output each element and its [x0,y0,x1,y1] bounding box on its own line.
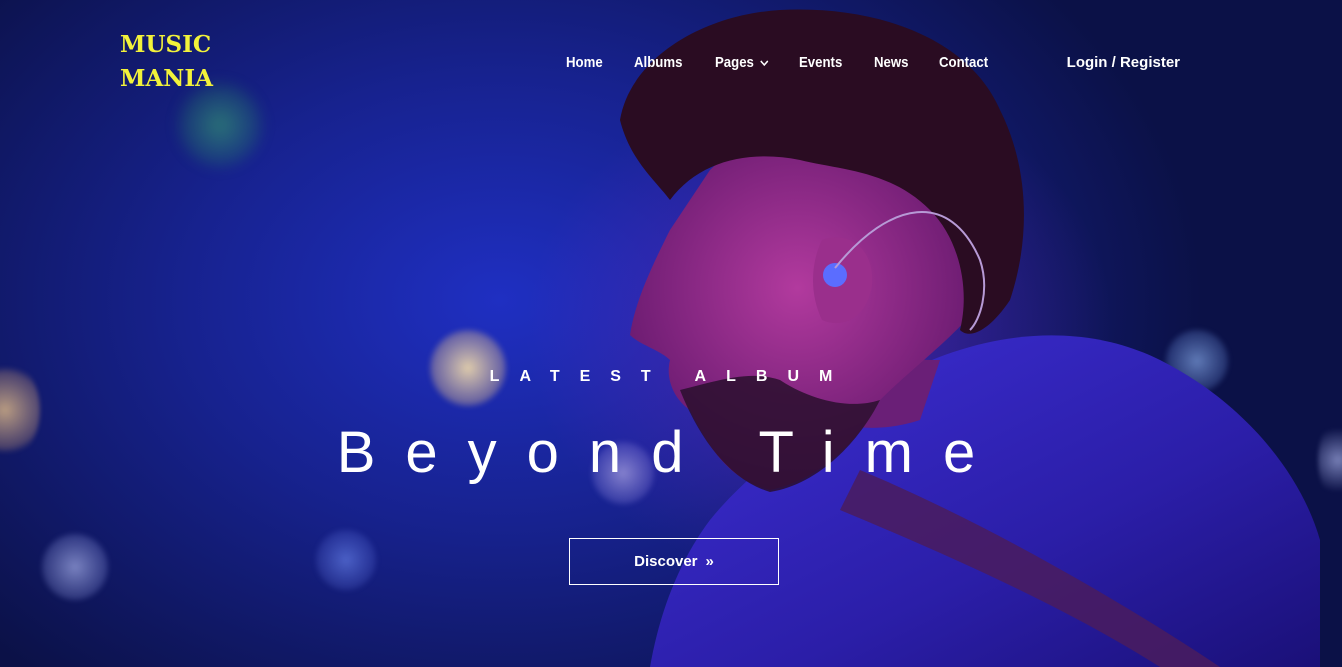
nav-contact[interactable]: Contact [939,54,988,71]
site-logo[interactable]: MUSIC MANIA [120,28,213,96]
double-chevron-right-icon: » [705,553,714,570]
nav-albums[interactable]: Albums [634,54,682,71]
bokeh-light [40,532,110,602]
nav-pages-label: Pages [714,54,754,71]
nav-home[interactable]: Home [566,54,603,71]
chevron-down-icon [760,59,769,66]
discover-label: Discover [634,553,698,570]
nav-news[interactable]: News [874,54,908,71]
nav-events[interactable]: Events [799,54,842,71]
login-register-link[interactable]: Login / Register [1067,54,1180,71]
hero-section: MUSIC MANIA Home Albums Pages Events New… [0,0,1342,667]
hero-title: Beyond Time [336,420,1006,485]
bokeh-light [314,528,378,592]
nav-pages[interactable]: Pages [715,54,770,71]
hero-kicker: LATEST ALBUM [489,368,853,385]
logo-line-2: MANIA [120,65,213,92]
main-nav: Home Albums Pages Events News Contact [566,54,1021,71]
discover-button[interactable]: Discover » [569,538,779,585]
logo-line-1: MUSIC [120,31,212,58]
